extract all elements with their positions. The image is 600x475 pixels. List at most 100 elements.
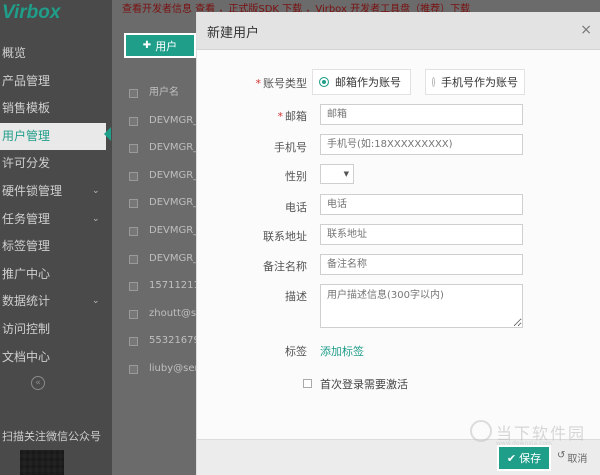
row-checkbox[interactable] (129, 254, 138, 264)
email-label: * 邮箱 (237, 108, 308, 124)
radio-unselected-icon (432, 77, 435, 87)
chevron-down-icon: ⌄ (92, 185, 100, 196)
row-checkbox[interactable] (129, 337, 138, 347)
sidebar-item-docs[interactable]: 文档中心 (0, 344, 112, 372)
tel-label: 电话 (285, 201, 307, 214)
table-row[interactable]: DEVMGR_ (126, 189, 196, 217)
sidebar-item-statistics[interactable]: 数据统计 ⌄ (0, 288, 112, 316)
dialog-header: 新建用户 × (197, 12, 600, 50)
row-checkbox[interactable] (129, 309, 138, 319)
tags-label: 标签 (285, 345, 307, 358)
sidebar-nav: 概览 产品管理 销售模板 用户管理 许可分发 硬件锁管理 ⌄ 任务管理 ⌄ 标签管理… (0, 40, 112, 371)
radio-phone-account[interactable]: 手机号作为账号 (425, 69, 525, 95)
radio-email-label: 邮箱作为账号 (335, 76, 401, 89)
remark-field[interactable] (320, 254, 523, 275)
site-watermark: 当下软件园 www.downxia.com (470, 420, 590, 448)
new-user-dialog: 新建用户 × *账号类型 邮箱作为账号 手机号作为账号 *邮箱 手机号 性别 ▼… (196, 12, 600, 475)
table-row[interactable]: 157112113 (126, 272, 196, 300)
add-user-button[interactable]: ✚ 用户 (124, 33, 196, 58)
username-cell: DEVMGR_ (149, 252, 196, 264)
close-icon[interactable]: × (580, 22, 592, 38)
cancel-button[interactable]: ↺ 取消 (557, 450, 587, 465)
sidebar-item-label: 文档中心 (2, 349, 51, 364)
select-all-checkbox[interactable] (129, 89, 138, 98)
row-checkbox[interactable] (129, 116, 138, 126)
radio-email-account[interactable]: 邮箱作为账号 (312, 69, 411, 95)
username-cell: DEVMGR_ (149, 169, 196, 181)
table-row[interactable]: DEVMGR_ (126, 107, 196, 135)
sidebar-item-label: 概览 (2, 46, 27, 60)
row-checkbox[interactable] (129, 226, 138, 236)
gender-select[interactable]: ▼ (320, 164, 354, 184)
tel-field[interactable] (320, 194, 523, 215)
sidebar-item-label: 许可分发 (2, 156, 51, 171)
activate-checkbox[interactable] (303, 379, 312, 388)
row-checkbox[interactable] (129, 282, 138, 292)
sidebar-item-access-control[interactable]: 访问控制 (0, 316, 112, 344)
username-cell: DEVMGR_ (149, 224, 196, 236)
username-cell: DEVMGR_ (149, 197, 196, 209)
username-cell: liuby@sen (149, 362, 196, 374)
sidebar-item-hardware-locks[interactable]: 硬件锁管理 ⌄ (0, 178, 112, 206)
add-user-label: 用户 (155, 39, 178, 53)
sidebar: Virbox 概览 产品管理 销售模板 用户管理 许可分发 硬件锁管理 ⌄ 任务管… (0, 0, 112, 475)
sidebar-item-sales-templates[interactable]: 销售模板 (0, 95, 112, 123)
phone-field[interactable] (320, 134, 523, 155)
sidebar-item-tasks[interactable]: 任务管理 ⌄ (0, 206, 112, 234)
table-row[interactable]: 553216793 (126, 327, 196, 355)
table-header: 用户名 (126, 79, 196, 107)
column-header-username: 用户名 (149, 87, 179, 98)
table-row[interactable]: zhoutt@se (126, 300, 196, 328)
username-cell: DEVMGR_ (149, 114, 196, 126)
gender-label: 性别 (285, 170, 307, 183)
sidebar-item-license-distribution[interactable]: 许可分发 (0, 150, 112, 178)
save-label: 保存 (519, 452, 542, 465)
address-field[interactable] (320, 224, 523, 245)
remark-label: 备注名称 (263, 260, 307, 273)
sidebar-item-users[interactable]: 用户管理 (0, 122, 106, 151)
email-label-text: 邮箱 (285, 110, 307, 123)
table-row[interactable]: DEVMGR_ (126, 245, 196, 273)
account-type-label: * 账号类型 (237, 75, 308, 91)
cancel-label: 取消 (567, 454, 588, 465)
address-label: 联系地址 (263, 230, 307, 243)
required-marker: * (255, 77, 262, 90)
check-icon: ✔ (506, 451, 517, 465)
sidebar-item-label: 访问控制 (2, 321, 51, 336)
sidebar-item-label: 硬件锁管理 (2, 183, 63, 198)
sidebar-item-overview[interactable]: 概览 (0, 40, 112, 68)
dropdown-arrow-icon: ▼ (343, 170, 349, 178)
email-field[interactable] (320, 104, 523, 125)
watermark-url: www.downxia.com (496, 440, 552, 447)
user-table: 用户名 DEVMGR_ DEVMGR_ DEVMGR_ DEVMGR_ DEVM… (126, 79, 196, 383)
sidebar-item-products[interactable]: 产品管理 (0, 68, 112, 96)
table-row[interactable]: DEVMGR_ (126, 162, 196, 190)
description-field[interactable] (320, 284, 523, 328)
username-cell: 157112113 (149, 280, 196, 292)
row-checkbox[interactable] (129, 144, 138, 154)
row-checkbox[interactable] (129, 199, 138, 209)
chevron-down-icon: ⌄ (92, 296, 100, 307)
sidebar-item-label: 任务管理 (2, 211, 51, 226)
sidebar-item-label: 销售模板 (2, 101, 51, 116)
table-row[interactable]: DEVMGR_ (126, 217, 196, 245)
table-row[interactable]: DEVMGR_ (126, 134, 196, 162)
sidebar-item-label: 数据统计 (2, 294, 51, 309)
row-checkbox[interactable] (129, 364, 138, 374)
radio-selected-icon (319, 77, 329, 87)
table-row[interactable]: liuby@sen (126, 355, 196, 383)
undo-icon: ↺ (557, 450, 566, 461)
sidebar-item-promotion[interactable]: 推广中心 (0, 261, 112, 289)
save-button[interactable]: ✔ 保存 (497, 445, 551, 471)
description-label: 描述 (285, 290, 307, 303)
add-tag-link[interactable]: 添加标签 (320, 343, 364, 359)
collapse-sidebar-icon[interactable]: « (31, 376, 45, 390)
app-logo: Virbox (2, 2, 61, 23)
username-cell: DEVMGR_ (149, 142, 196, 154)
activate-label: 首次登录需要激活 (320, 378, 408, 391)
wechat-follow-label: 扫描关注微信公众号 (2, 430, 101, 443)
radio-phone-label: 手机号作为账号 (441, 76, 518, 89)
row-checkbox[interactable] (129, 171, 138, 181)
sidebar-item-tags[interactable]: 标签管理 (0, 233, 112, 261)
account-type-label-text: 账号类型 (263, 77, 307, 90)
